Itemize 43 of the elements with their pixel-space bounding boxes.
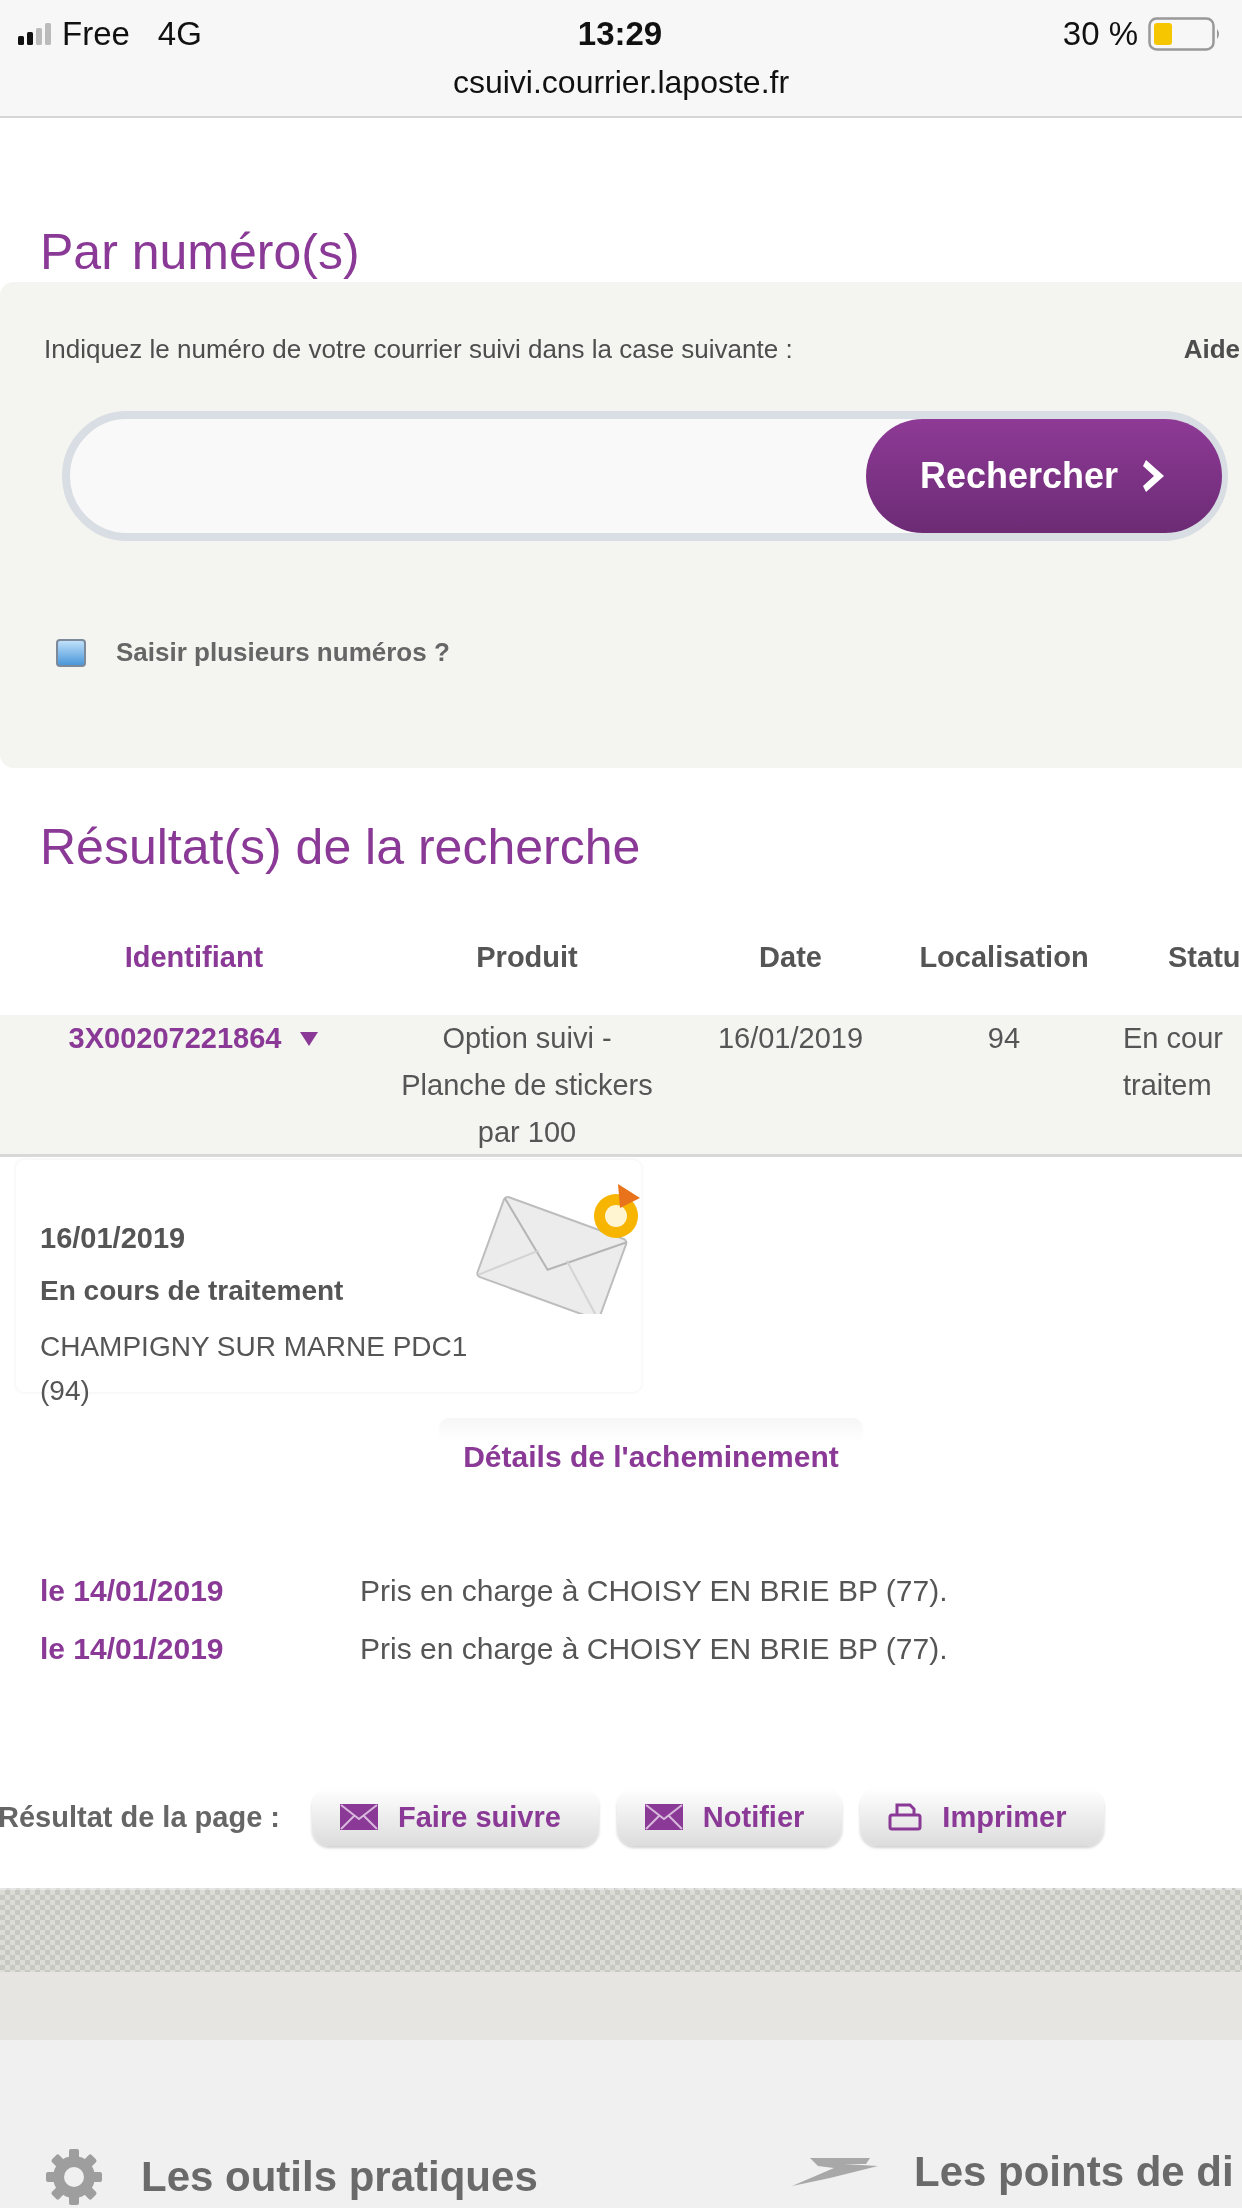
signal-icon: [18, 23, 52, 45]
address-bar[interactable]: csuivi.courrier.laposte.fr: [0, 64, 1242, 101]
envelope-icon: [644, 1804, 683, 1830]
gear-icon[interactable]: [45, 2148, 103, 2206]
column-header[interactable]: Identifiant: [0, 905, 388, 1015]
battery-icon: [1148, 17, 1222, 51]
event-location: CHAMPIGNY SUR MARNE PDC1 (94): [40, 1330, 469, 1408]
instruction-text: Indiquez le numéro de votre courrier suivi dans la case suivante :: [44, 334, 793, 365]
search-button[interactable]: Rechercher: [866, 419, 1222, 533]
checkbox-label: Saisir plusieurs numéros ?: [116, 637, 450, 668]
help-link[interactable]: Aide: [1183, 334, 1240, 365]
envelope-icon: [340, 1804, 378, 1830]
event-status: En cours de traitement: [40, 1275, 345, 1307]
event-date: le 14/01/2019: [40, 1632, 225, 1666]
search-field[interactable]: Rechercher: [62, 411, 1228, 541]
table-cell: 16/01/2019: [666, 1015, 915, 1157]
event-date: le 14/01/2019: [40, 1574, 225, 1608]
column-header[interactable]: Localisation: [915, 905, 1093, 1015]
carrier-name: Free: [62, 15, 130, 53]
table-cell: En cour traitem: [1093, 1015, 1242, 1157]
network-type: 4G: [157, 15, 202, 53]
section-title: Résultat(s) de la recherche: [39, 818, 642, 877]
event-date: 16/01/2019: [40, 1222, 187, 1255]
table-cell: 94: [915, 1015, 1093, 1157]
clock: 13:29: [577, 15, 663, 53]
action-button[interactable]: Faire suivre: [312, 1788, 599, 1846]
event-description: Pris en charge à CHOISY EN BRIE BP (77).: [360, 1574, 948, 1608]
caret-icon[interactable]: [299, 1031, 320, 1047]
event-description: Pris en charge à CHOISY EN BRIE BP (77).: [360, 1632, 948, 1666]
footer-heading[interactable]: Les outils pratiques: [141, 2153, 538, 2201]
printer-icon: [888, 1803, 923, 1831]
action-button[interactable]: Notifier: [616, 1788, 843, 1846]
column-header[interactable]: Statu: [1093, 905, 1242, 1015]
table-cell: Option suivi - Planche de stickers par 100: [388, 1015, 666, 1157]
section-title: Par numéro(s): [39, 223, 361, 282]
checkbox[interactable]: [56, 638, 86, 667]
battery-percent: 30 %: [1062, 15, 1138, 53]
column-header[interactable]: Produit: [388, 905, 666, 1015]
footer-heading[interactable]: Les points de di: [914, 2148, 1234, 2196]
action-button[interactable]: Imprimer: [860, 1788, 1105, 1846]
tracking-number-link[interactable]: 3X00207221864: [68, 1015, 282, 1062]
column-header[interactable]: Date: [666, 905, 915, 1015]
actions-label: Résultat de la page :: [0, 1800, 280, 1834]
